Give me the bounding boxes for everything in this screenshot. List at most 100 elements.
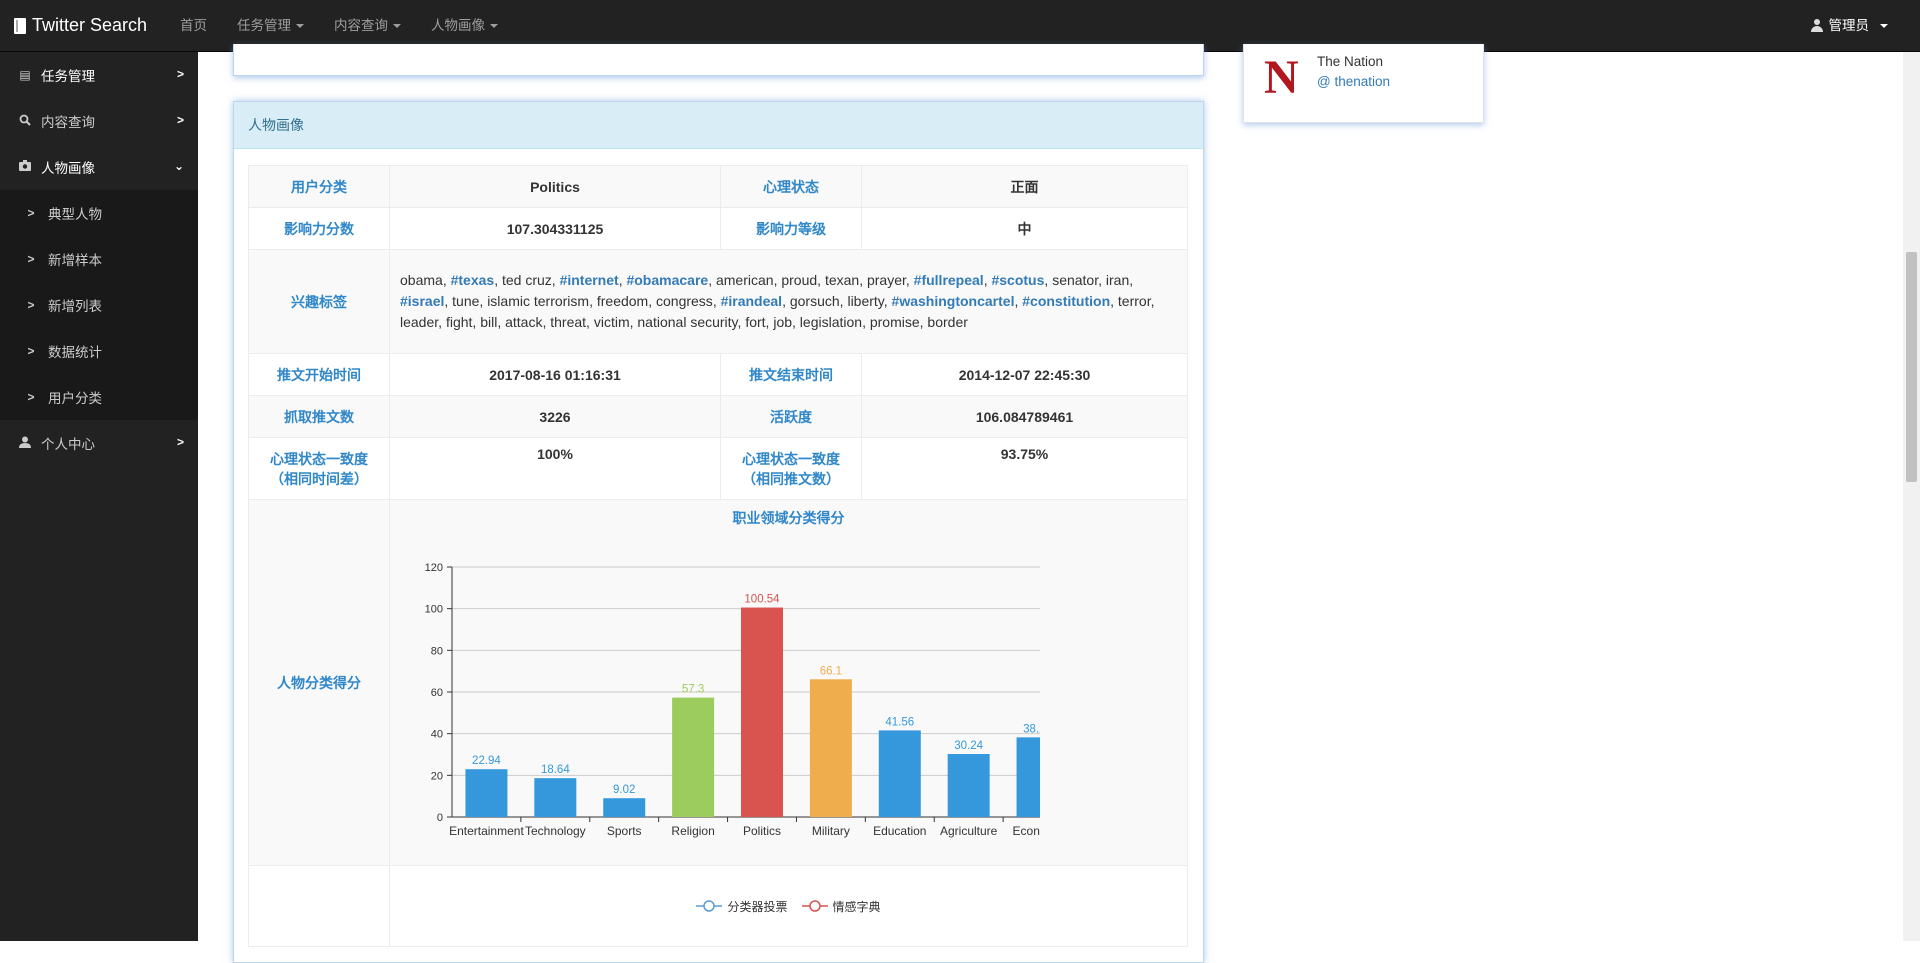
- influence-level-value: 中: [861, 207, 1188, 250]
- consistency-time-label-line-1: 心理状态一致度: [270, 450, 368, 467]
- hashtag-link[interactable]: #constitution: [1022, 293, 1110, 309]
- sidebar: ▤ 任务管理 > 内容查询 > 人物画像 ⌄ > 典型人物 > 新增样本 > 新增列表…: [0, 52, 198, 941]
- bar-religion: [672, 697, 715, 817]
- table-row: 影响力分数 107.304331125 影响力等级 中: [248, 207, 1188, 250]
- tweet-count-value: 3226: [389, 395, 721, 438]
- hashtag-link[interactable]: #israel: [400, 293, 444, 309]
- data-label: 57.3: [682, 684, 704, 696]
- interest-tag: threat: [550, 314, 587, 330]
- y-tick-label: 120: [425, 562, 443, 574]
- x-tick-label: Technology: [525, 824, 586, 838]
- consistency-time-label: 心理状态一致度 （相同时间差）: [248, 437, 390, 500]
- y-tick-label: 0: [437, 812, 443, 824]
- bar-technology: [534, 778, 577, 817]
- bar-military: [809, 679, 852, 817]
- user-name: 管理员: [1828, 18, 1870, 33]
- brand-link[interactable]: Twitter Search: [14, 0, 147, 51]
- table-row: 分类器投票 情感字典: [248, 865, 1188, 947]
- table-row: 心理状态一致度 （相同时间差） 100% 心理状态一致度 （相同推文数） 93.75…: [248, 437, 1188, 500]
- legend-item[interactable]: 情感字典: [801, 898, 881, 915]
- hashtag-link[interactable]: #texas: [451, 272, 495, 288]
- x-tick-label: Education: [873, 824, 926, 838]
- consistency-count-label: 心理状态一致度 （相同推文数）: [720, 437, 862, 500]
- sidebar-item-task-management[interactable]: ▤ 任务管理 >: [0, 52, 198, 98]
- table-row: 抓取推文数 3226 活跃度 106.084789461: [248, 395, 1188, 438]
- y-tick-label: 40: [431, 729, 443, 741]
- interest-tag: congress: [656, 293, 713, 309]
- panel-heading: 人物画像: [234, 102, 1203, 149]
- activity-label: 活跃度: [720, 395, 862, 438]
- table-row: 兴趣标签 obama, #texas, ted cruz, #internet,…: [248, 249, 1188, 354]
- sidebar-subitem-add-sample[interactable]: > 新增样本: [0, 236, 198, 282]
- mental-state-label: 心理状态: [720, 165, 862, 208]
- x-tick-label: Economy: [1013, 824, 1040, 838]
- sidebar-subitem-statistics[interactable]: > 数据统计: [0, 328, 198, 374]
- interest-tag: job: [773, 314, 793, 330]
- hashtag-link[interactable]: #scotus: [991, 272, 1044, 288]
- interest-tag: ted cruz: [501, 272, 552, 288]
- y-tick-label: 80: [431, 645, 443, 657]
- interest-tag: fort: [745, 314, 766, 330]
- search-icon: [18, 114, 32, 129]
- interest-tag: leader: [400, 314, 439, 330]
- nav-item-home[interactable]: 首页: [165, 0, 222, 51]
- interest-tag: islamic terrorism: [487, 293, 590, 309]
- interest-tags-value: obama, #texas, ted cruz, #internet, #oba…: [389, 249, 1188, 354]
- y-tick-label: 60: [431, 687, 443, 699]
- interest-tag: liberty: [847, 293, 884, 309]
- interest-tag: victim: [593, 314, 630, 330]
- chevron-right-icon: >: [27, 252, 35, 266]
- hashtag-link[interactable]: #washingtoncartel: [892, 293, 1015, 309]
- interest-tag: national security: [637, 314, 738, 330]
- chevron-right-icon: >: [176, 435, 184, 449]
- scrollbar-thumb[interactable]: [1906, 252, 1917, 482]
- hashtag-link[interactable]: #internet: [560, 272, 619, 288]
- profile-panel: 人物画像 用户分类 Politics 心理状态 正面 影响力分数 107.304…: [233, 101, 1204, 963]
- hashtag-link[interactable]: #obamacare: [626, 272, 708, 288]
- sidebar-subitem-add-list[interactable]: > 新增列表: [0, 282, 198, 328]
- sidebar-subitem-user-classification[interactable]: > 用户分类: [0, 374, 198, 420]
- previous-panel: [233, 44, 1204, 76]
- chevron-right-icon: >: [176, 113, 184, 127]
- page-scrollbar[interactable]: [1903, 52, 1920, 941]
- sidebar-item-label: 数据统计: [48, 345, 102, 360]
- mental-state-value: 正面: [861, 165, 1188, 208]
- user-menu[interactable]: 管理员: [1810, 0, 1888, 51]
- list-icon: ▤: [19, 68, 31, 82]
- user-category-value: Politics: [389, 165, 721, 208]
- sidebar-item-personal-center[interactable]: 个人中心 >: [0, 420, 198, 466]
- interest-tag: iran: [1105, 272, 1130, 288]
- account-name: The Nation: [1317, 54, 1384, 69]
- interest-tag: gorsuch: [789, 293, 840, 309]
- hashtag-link[interactable]: #fullrepeal: [914, 272, 984, 288]
- consistency-count-label-line-2: （相同推文数）: [742, 470, 840, 487]
- data-label: 38.23: [1023, 723, 1040, 735]
- interest-tag: terror: [1117, 293, 1151, 309]
- legend-cell: 分类器投票 情感字典: [389, 865, 1188, 947]
- caret-down-icon: [1880, 23, 1888, 28]
- data-label: 9.02: [613, 784, 635, 796]
- interest-tag: attack: [505, 314, 543, 330]
- nav-item-label: 内容查询: [334, 18, 388, 33]
- data-label: 18.64: [541, 764, 570, 776]
- sidebar-item-label: 用户分类: [48, 391, 102, 406]
- end-time-label: 推文结束时间: [720, 353, 862, 396]
- brand-title: Twitter Search: [32, 15, 148, 35]
- chevron-right-icon: >: [27, 390, 35, 404]
- legend-item[interactable]: 分类器投票: [696, 898, 788, 915]
- bar-entertainment: [465, 769, 508, 817]
- x-tick-label: Politics: [743, 824, 781, 838]
- sidebar-item-label: 任务管理: [41, 69, 95, 84]
- interest-tag: bill: [480, 314, 498, 330]
- account-handle-link[interactable]: @ thenation: [1317, 74, 1390, 89]
- account-card[interactable]: N The Nation @ thenation: [1243, 44, 1484, 123]
- interest-tag: fight: [445, 314, 473, 330]
- end-time-value: 2014-12-07 22:45:30: [861, 353, 1188, 396]
- data-label: 100.54: [744, 594, 780, 606]
- data-label: 30.24: [954, 740, 983, 752]
- sidebar-item-user-profile[interactable]: 人物画像 ⌄: [0, 144, 198, 190]
- sidebar-subitem-typical-people[interactable]: > 典型人物: [0, 190, 198, 236]
- influence-score-label: 影响力分数: [248, 207, 390, 250]
- hashtag-link[interactable]: #irandeal: [721, 293, 782, 309]
- sidebar-item-content-query[interactable]: 内容查询 >: [0, 98, 198, 144]
